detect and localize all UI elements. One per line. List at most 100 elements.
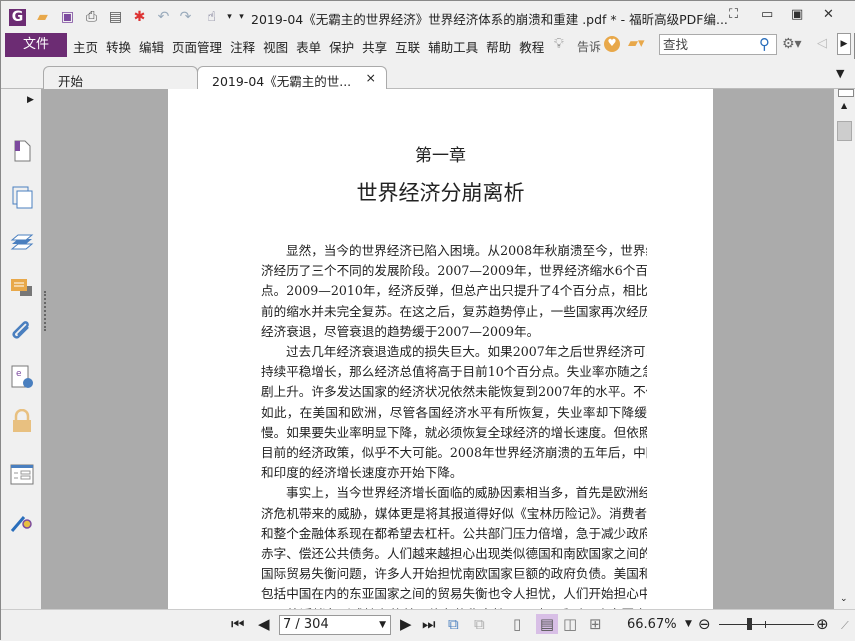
layers-icon[interactable] <box>10 231 34 255</box>
ribbon-scroll-left[interactable]: ◁ <box>817 36 827 51</box>
vertical-scrollbar[interactable]: ▲ ⌄ <box>834 89 855 609</box>
tab-list-dropdown-icon[interactable]: ▼ <box>836 67 844 80</box>
title-bar: G ▰ ▣ ⎙ ▤ ✱ ↶ ↷ ☝ ▾ ▾ 2019-04《无霸主的世界经济》世… <box>1 1 855 33</box>
page-number-input[interactable]: 7 / 304 ▼ <box>279 615 391 635</box>
heart-icon[interactable]: ♥ <box>604 36 620 52</box>
menu-tutorial[interactable]: 教程 <box>519 37 544 56</box>
search-icon[interactable]: ⚲ <box>759 35 770 53</box>
last-page-button[interactable]: ⏭ <box>422 614 436 634</box>
maximize-button[interactable]: ▣ <box>791 7 803 22</box>
redo-icon[interactable]: ↷ <box>177 9 194 26</box>
gear-icon[interactable]: ⚙▾ <box>782 36 802 52</box>
close-button[interactable]: ✕ <box>823 7 834 22</box>
paragraph-line: 点。2009—2010年，经济反弹，但总产出只提升了4个百分点，相比之 <box>261 283 647 299</box>
find-folder-icon[interactable]: ▰▾ <box>628 36 645 51</box>
fullscreen-icon[interactable]: ⛶ <box>729 7 738 22</box>
paragraph-line: 国际贸易失衡问题，许多人开始担忧南欧国家巨额的政府负债。美国和 <box>261 566 647 582</box>
paragraph-line: 和印度的经济增长速度亦开始下降。 <box>261 465 463 481</box>
menu-form[interactable]: 表单 <box>296 37 321 56</box>
first-page-button[interactable]: ⏮ <box>231 614 245 634</box>
page-number-value: 7 / 304 <box>283 617 329 632</box>
expand-panel-icon[interactable]: ▶ <box>27 95 34 105</box>
lock-icon[interactable] <box>10 408 34 433</box>
new-document-icon[interactable]: ✱ <box>131 9 148 26</box>
open-folder-icon[interactable]: ▰ <box>34 9 51 26</box>
chapter-title: 世界经济分崩离析 <box>356 181 525 205</box>
paragraph-line: 目前的经济政策，似乎不大可能。2008年世界经济崩溃的五年后，中国 <box>261 445 647 461</box>
facing-pages-icon[interactable]: ◫ <box>563 614 577 634</box>
zoom-slider-tick <box>765 621 766 628</box>
attachment-icon[interactable] <box>10 321 34 345</box>
window-title: 2019-04《无霸主的世界经济》世界经济体系的崩溃和重建 .pdf * - 福… <box>251 12 728 27</box>
paragraph-line: 济经历了三个不同的发展阶段。2007—2009年，世界经济缩水6个百分 <box>261 263 647 279</box>
resize-grip-icon[interactable]: ⟋ <box>841 619 849 633</box>
paragraph-line: 事实上，当今世界经济增长面临的威胁因素相当多，首先是欧洲经 <box>286 485 647 501</box>
bookmark-icon[interactable] <box>10 139 34 163</box>
zoom-slider-thumb[interactable] <box>747 618 753 630</box>
paragraph-line: 持续平稳增长，那么经济总值将高于目前10个百分点。失业率亦随之急 <box>261 364 647 380</box>
previous-page-button[interactable]: ◀ <box>258 614 270 634</box>
pages-thumbnail-icon[interactable] <box>10 185 34 209</box>
ribbon-menu: 主页 转换 编辑 页面管理 注释 视图 表单 保护 共享 互联 辅助工具 帮助 … <box>73 37 544 56</box>
scroll-down-icon[interactable]: ⌄ <box>840 594 848 604</box>
pdf-page: 第一章 世界经济分崩离析 显然，当今的世界经济已陷入困境。从2008年秋崩溃至今… <box>168 89 713 609</box>
paragraph-line: 剧上升。许多发达国家的经济状况依然未能恢复到2007年的水平。不仅 <box>261 384 647 400</box>
paragraph-line: 过去几年经济衰退造成的损失巨大。如果2007年之后世界经济可以 <box>286 344 647 360</box>
tab-document[interactable]: 2019-04《无霸主的世... × <box>197 66 387 90</box>
menu-view[interactable]: 视图 <box>263 37 288 56</box>
save-icon[interactable]: ▣ <box>59 9 76 26</box>
menu-connect[interactable]: 互联 <box>395 37 420 56</box>
close-tab-icon[interactable]: × <box>366 70 376 85</box>
zoom-out-button[interactable]: ⊖ <box>698 614 711 634</box>
menu-edit[interactable]: 编辑 <box>139 37 164 56</box>
paragraph-line: 如此，在美国和欧洲，尽管各国经济水平有所恢复，失业率却下降缓 <box>261 404 647 420</box>
paragraph-line: 济危机带来的威胁，媒体更是将其报道得好似《宝林历险记》。消费者 <box>261 505 647 521</box>
zoom-slider[interactable] <box>719 624 814 625</box>
tab-label: 开始 <box>58 74 84 89</box>
form-fields-icon[interactable] <box>10 463 34 487</box>
next-page-button[interactable]: ▶ <box>400 614 412 634</box>
menu-home[interactable]: 主页 <box>73 37 98 56</box>
chapter-number: 第一章 <box>415 146 466 166</box>
single-page-icon[interactable]: ▯ <box>513 614 521 634</box>
scrollbar-thumb[interactable] <box>837 121 852 141</box>
continuous-facing-icon[interactable]: ⊞ <box>589 614 602 634</box>
scroll-up-icon[interactable]: ▲ <box>841 101 847 110</box>
paragraph-line: 经济衰退，尽管衰退的趋势缓于2007—2009年。 <box>261 323 540 339</box>
tab-start[interactable]: 开始 <box>43 66 198 89</box>
comments-icon[interactable] <box>10 277 34 301</box>
print-icon[interactable]: ⎙ <box>83 9 100 26</box>
menu-comment[interactable]: 注释 <box>230 37 255 56</box>
menu-page-manage[interactable]: 页面管理 <box>172 37 222 56</box>
hand-tool-icon[interactable]: ☝ <box>203 9 220 26</box>
menu-share[interactable]: 共享 <box>362 37 387 56</box>
panel-resize-handle[interactable] <box>44 291 47 331</box>
scrollbar-top-button[interactable] <box>838 89 854 97</box>
svg-text:e: e <box>16 369 22 379</box>
menu-help[interactable]: 帮助 <box>486 37 511 56</box>
undo-icon[interactable]: ↶ <box>155 9 172 26</box>
zoom-in-button[interactable]: ⊕ <box>816 614 829 634</box>
continuous-page-icon[interactable]: ▤ <box>536 614 558 634</box>
next-view-icon[interactable]: ⧉ <box>474 614 485 634</box>
paragraph-line: 前的缩水并未完全复苏。在这之后，复苏趋势停止，一些国家再次经历 <box>261 303 647 319</box>
paragraph-line: 显然，当今的世界经济已陷入困境。从2008年秋崩溃至今，世界经 <box>286 243 647 258</box>
minimize-button[interactable]: ▭ <box>761 7 773 22</box>
properties-icon[interactable]: ▤ <box>107 9 124 26</box>
previous-view-icon[interactable]: ⧉ <box>448 614 459 634</box>
ribbon-scroll-right[interactable]: ▶ <box>837 33 851 55</box>
menu-protect[interactable]: 保护 <box>329 37 354 56</box>
zoom-level[interactable]: 66.67% <box>627 617 677 632</box>
certificate-signature-icon[interactable] <box>10 509 34 533</box>
paragraph-line: 慢。如果要失业率明显下降，就必须恢复全球经济的增长速度。但依照 <box>261 424 647 440</box>
signature-icon[interactable]: e <box>10 365 34 389</box>
navigation-panel: ▶ e <box>1 89 41 609</box>
file-menu-button[interactable]: 文件 <box>5 33 67 57</box>
lightbulb-icon[interactable]: 💡︎ <box>554 36 564 52</box>
customize-toolbar-icon[interactable]: ▾ <box>233 9 250 26</box>
menu-accessibility[interactable]: 辅助工具 <box>428 37 478 56</box>
tell-me[interactable]: 告诉 <box>577 38 601 55</box>
menu-convert[interactable]: 转换 <box>106 37 131 56</box>
zoom-dropdown-icon[interactable]: ▼ <box>685 619 692 629</box>
app-logo-icon: G <box>9 9 26 26</box>
